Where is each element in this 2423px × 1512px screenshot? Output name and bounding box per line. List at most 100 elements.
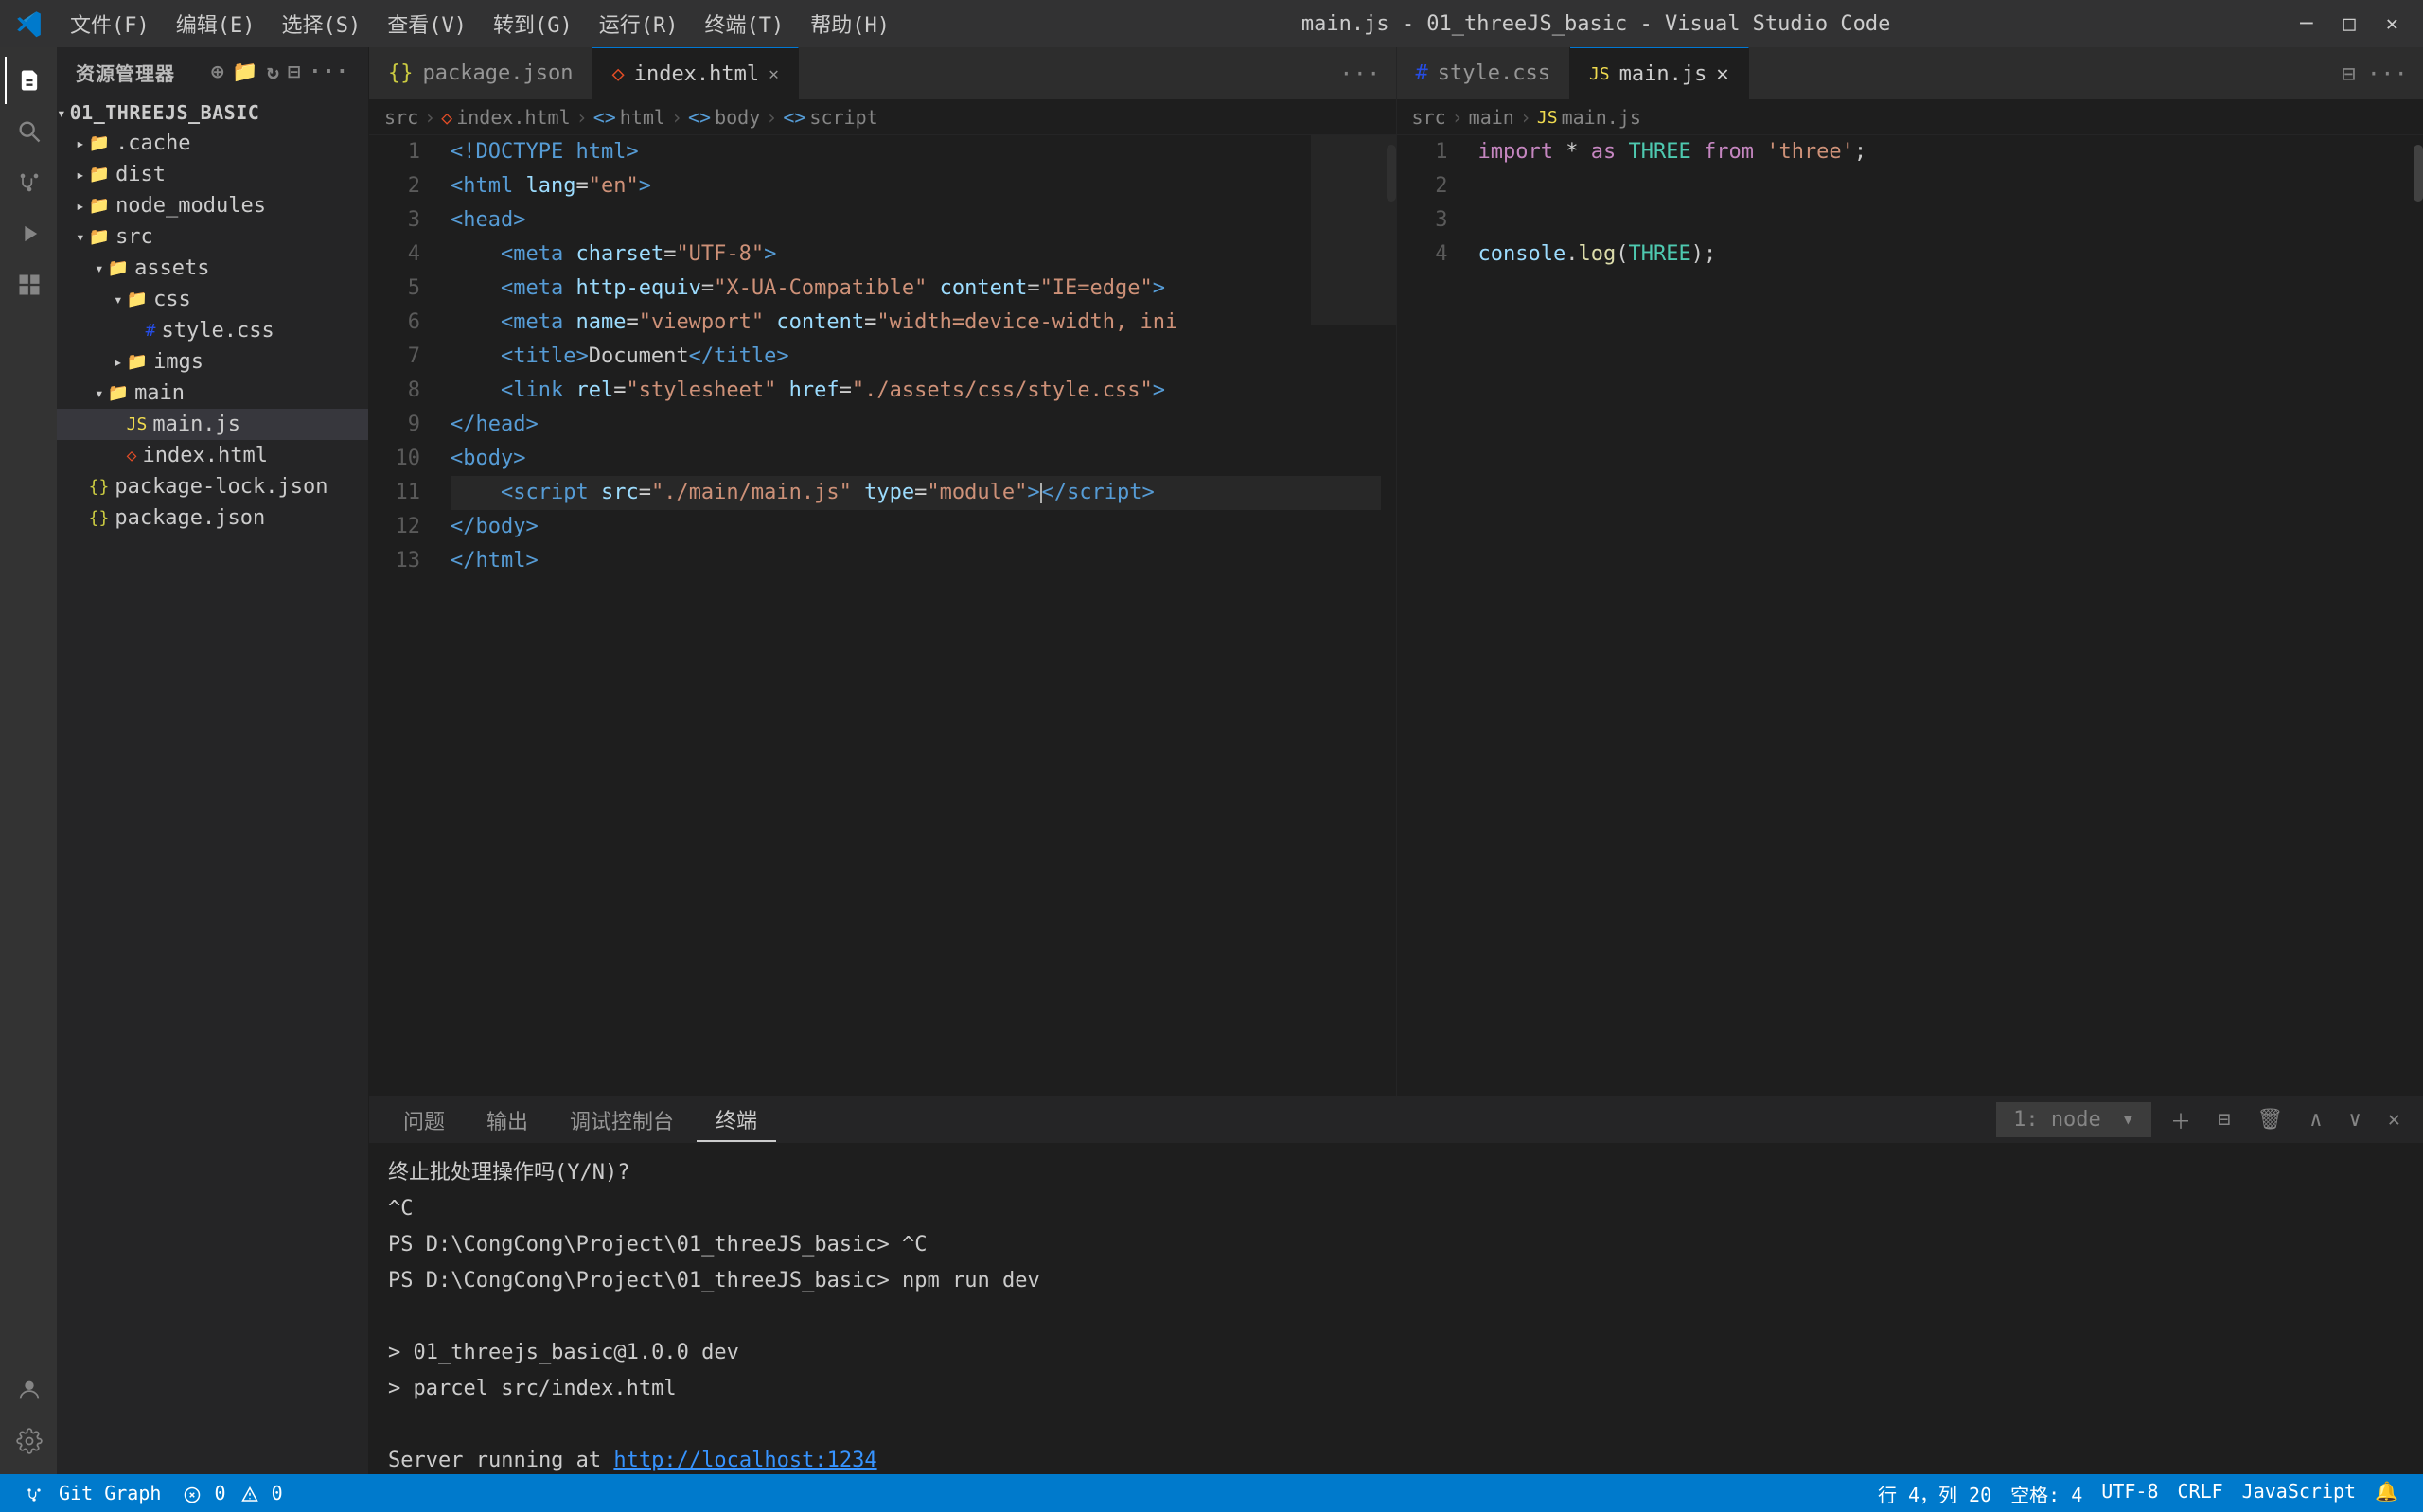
package-lock-icon: {} (89, 477, 110, 497)
terminal-trash-icon[interactable]: 🗑 (2249, 1104, 2290, 1135)
terminal-line-6: > 01_threejs_basic@1.0.0 dev (388, 1335, 2404, 1371)
terminal-add-icon[interactable]: ＋ (2163, 1101, 2199, 1139)
index-html-tab-close[interactable]: ✕ (769, 64, 779, 84)
breadcrumb-src[interactable]: src (384, 106, 418, 129)
status-bar: Git Graph 0 0 行 4，列 20 空格: 4 UTF-8 CRLF … (0, 1474, 2423, 1512)
right-scrollbar[interactable] (2414, 135, 2423, 1096)
terminal-split-icon[interactable]: ⊟ (2210, 1104, 2237, 1135)
status-encoding[interactable]: UTF-8 (2092, 1480, 2167, 1507)
code-line-4: <meta charset="UTF-8"> (451, 237, 1381, 272)
tree-item-cache[interactable]: ▸ 📁 .cache (57, 128, 368, 159)
status-git-graph[interactable]: Git Graph (15, 1482, 170, 1504)
style-css-icon: # (146, 321, 156, 341)
breadcrumb-sep1: › (424, 106, 435, 129)
tree-item-src[interactable]: ▾ 📁 src (57, 221, 368, 253)
explorer-activity-icon[interactable] (5, 57, 52, 104)
breadcrumb-script[interactable]: <> script (783, 106, 877, 129)
menu-run[interactable]: 运行(R) (588, 5, 690, 43)
tab-index-html[interactable]: ◇ index.html ✕ (592, 47, 799, 99)
style-css-tab-icon: # (1416, 62, 1428, 85)
index-html-icon: ◇ (127, 446, 137, 466)
main-js-tab-close[interactable]: ✕ (1716, 62, 1728, 86)
collapse-all-icon[interactable]: ⊟ (288, 61, 301, 84)
menu-select[interactable]: 选择(S) (271, 5, 373, 43)
right-code-line-2 (1478, 169, 2409, 203)
tree-item-node-modules[interactable]: ▸ 📁 node_modules (57, 190, 368, 221)
server-url-link[interactable]: http://localhost:1234 (613, 1449, 876, 1472)
extensions-activity-icon[interactable] (5, 261, 52, 308)
tab-main-js[interactable]: JS main.js ✕ (1570, 47, 1749, 99)
tree-item-style-css[interactable]: ▸ # style.css (57, 315, 368, 346)
terminal-close-icon[interactable]: ✕ (2380, 1104, 2408, 1135)
tab-package-json[interactable]: {} package.json (369, 47, 592, 99)
minimap-left (1311, 135, 1396, 325)
menu-terminal[interactable]: 终端(T) (694, 5, 796, 43)
tab-style-css[interactable]: # style.css (1397, 47, 1570, 99)
right-code-content[interactable]: import * as THREE from 'three'; console.… (1463, 135, 2423, 1096)
status-errors[interactable]: 0 0 (174, 1482, 292, 1504)
terminal-content[interactable]: 终止批处理操作吗(Y/N)? ^C PS D:\CongCong\Project… (369, 1144, 2423, 1474)
source-control-activity-icon[interactable] (5, 159, 52, 206)
tree-item-package-json[interactable]: ▸ {} package.json (57, 502, 368, 534)
right-breadcrumb-main[interactable]: main (1469, 106, 1514, 129)
right-editor-more-icon[interactable]: ··· (2367, 61, 2408, 87)
split-editor-icon[interactable]: ⊟ (2342, 61, 2355, 87)
run-debug-activity-icon[interactable] (5, 210, 52, 257)
sidebar: 资源管理器 ⊕ 📁 ↻ ⊟ ··· ▾ 01_THREEJS_BASIC ▸ 📁 (57, 47, 369, 1474)
menu-goto[interactable]: 转到(G) (482, 5, 584, 43)
menu-file[interactable]: 文件(F) (59, 5, 161, 43)
terminal-tab-problems[interactable]: 问题 (384, 1099, 464, 1141)
terminal-down-icon[interactable]: ∨ (2342, 1104, 2369, 1135)
node-modules-label: node_modules (115, 194, 266, 218)
breadcrumb-index-html[interactable]: ◇ index.html (441, 106, 570, 129)
tree-item-main-js[interactable]: ▸ JS main.js (57, 409, 368, 440)
status-language[interactable]: JavaScript (2233, 1480, 2365, 1507)
breadcrumb-body[interactable]: <> body (688, 106, 760, 129)
terminal-tab-debug[interactable]: 调试控制台 (551, 1099, 693, 1141)
maximize-button[interactable]: □ (2334, 9, 2365, 40)
status-indent[interactable]: 空格: 4 (2001, 1480, 2092, 1507)
new-file-icon[interactable]: ⊕ (211, 61, 224, 84)
git-graph-label: Git Graph (59, 1482, 161, 1504)
right-breadcrumb-mainjs[interactable]: JS main.js (1537, 106, 1641, 129)
status-line-ending[interactable]: CRLF (2168, 1480, 2233, 1507)
menu-edit[interactable]: 编辑(E) (165, 5, 267, 43)
left-code-content[interactable]: <!DOCTYPE html> <html lang="en"> <head> … (435, 135, 1396, 1096)
tree-item-css-folder[interactable]: ▾ 📁 css (57, 284, 368, 315)
sidebar-more-icon[interactable]: ··· (309, 61, 349, 84)
account-activity-icon[interactable] (5, 1366, 52, 1414)
tree-item-index-html[interactable]: ▸ ◇ index.html (57, 440, 368, 471)
settings-activity-icon[interactable] (5, 1417, 52, 1465)
dist-arrow-icon: ▸ (76, 166, 85, 184)
close-button[interactable]: ✕ (2377, 9, 2408, 40)
breadcrumb-html[interactable]: <> html (593, 106, 665, 129)
left-editor-more-icon[interactable]: ··· (1324, 47, 1395, 99)
tree-item-main-folder[interactable]: ▾ 📁 main (57, 378, 368, 409)
terminal-up-icon[interactable]: ∧ (2302, 1104, 2329, 1135)
dist-folder-icon: 📁 (89, 165, 110, 185)
status-right: 行 4，列 20 空格: 4 UTF-8 CRLF JavaScript 🔔 (1868, 1480, 2408, 1507)
terminal-tab-output[interactable]: 输出 (468, 1099, 547, 1141)
left-code-area[interactable]: 1234 5678 910111213 <!DOCTYPE html> <htm… (369, 135, 1396, 1096)
search-activity-icon[interactable] (5, 108, 52, 155)
tree-item-assets[interactable]: ▾ 📁 assets (57, 253, 368, 284)
status-cursor-position[interactable]: 行 4，列 20 (1868, 1480, 2001, 1507)
minimize-button[interactable]: ─ (2290, 9, 2322, 40)
terminal-tab-terminal[interactable]: 终端 (697, 1099, 776, 1142)
new-folder-icon[interactable]: 📁 (232, 61, 258, 84)
tree-item-package-lock[interactable]: ▸ {} package-lock.json (57, 471, 368, 502)
imgs-folder-icon: 📁 (127, 352, 148, 372)
menu-view[interactable]: 查看(V) (376, 5, 478, 43)
refresh-icon[interactable]: ↻ (267, 61, 280, 84)
right-code-area[interactable]: 1234 import * as THREE from 'three'; con… (1397, 135, 2423, 1096)
right-tab-icons: ⊟ ··· (2326, 47, 2423, 99)
css-folder-icon: 📁 (127, 290, 148, 309)
tree-item-dist[interactable]: ▸ 📁 dist (57, 159, 368, 190)
terminal-dropdown[interactable]: 1: node ▾ (1996, 1102, 2151, 1137)
right-breadcrumb-src[interactable]: src (1412, 106, 1446, 129)
sidebar-title: 资源管理器 (76, 59, 175, 86)
tree-item-imgs[interactable]: ▸ 📁 imgs (57, 346, 368, 378)
tree-item-root[interactable]: ▾ 01_THREEJS_BASIC (57, 97, 368, 128)
menu-help[interactable]: 帮助(H) (799, 5, 901, 43)
status-notifications[interactable]: 🔔 (2365, 1480, 2408, 1507)
